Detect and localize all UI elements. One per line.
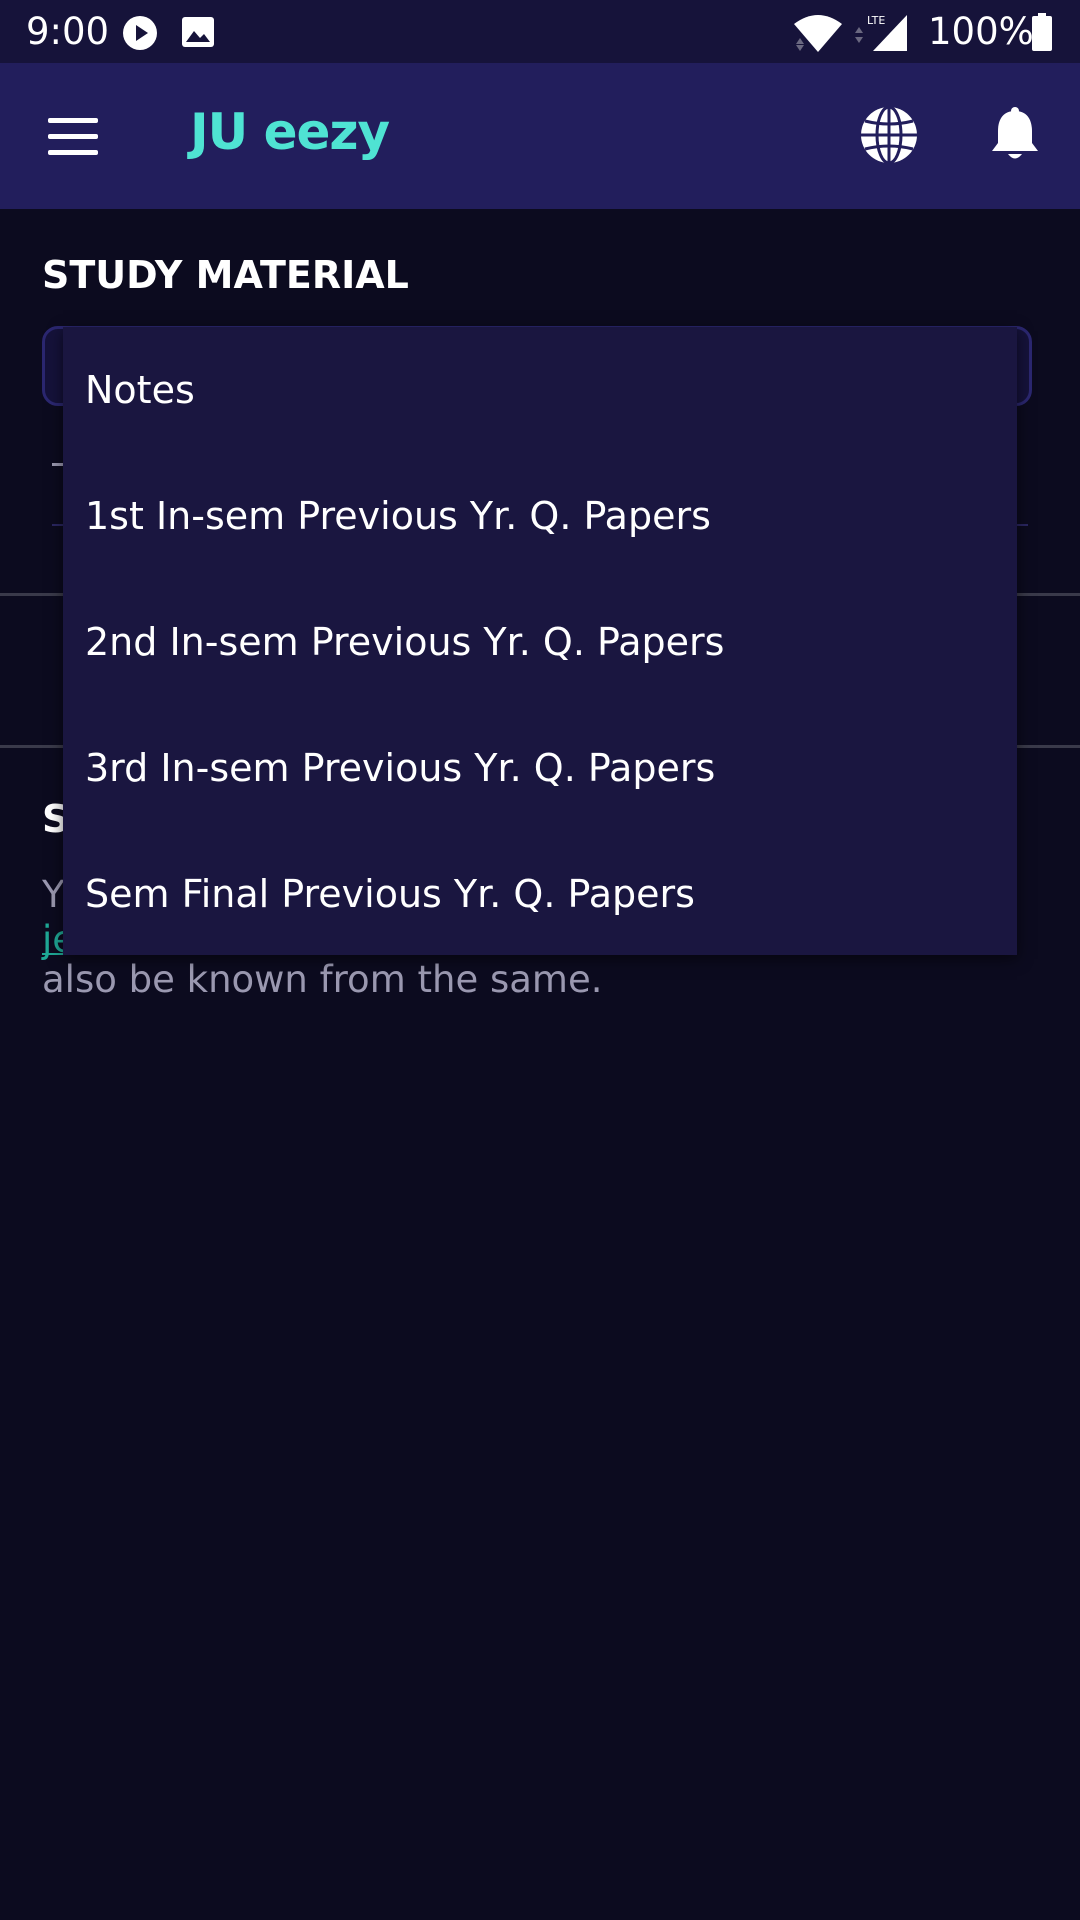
app-title: JU eezy bbox=[190, 103, 390, 161]
play-icon bbox=[123, 16, 157, 50]
network-type-label: LTE bbox=[867, 14, 885, 27]
status-time: 9:00 bbox=[26, 10, 110, 53]
app-bar: JU eezy bbox=[0, 63, 1080, 209]
image-icon bbox=[182, 17, 214, 47]
section-title: STUDY MATERIAL bbox=[42, 253, 409, 297]
wifi-icon bbox=[794, 15, 842, 52]
menu-icon[interactable] bbox=[48, 118, 98, 156]
dropdown-option-2nd-insem[interactable]: 2nd In-sem Previous Yr. Q. Papers bbox=[63, 579, 1017, 705]
battery-icon bbox=[1032, 13, 1052, 51]
dropdown-option-1st-insem[interactable]: 1st In-sem Previous Yr. Q. Papers bbox=[63, 453, 1017, 579]
status-bar: 9:00 LTE 100% bbox=[0, 0, 1080, 63]
dropdown-option-sem-final[interactable]: Sem Final Previous Yr. Q. Papers bbox=[63, 831, 1017, 957]
dropdown-menu: Notes 1st In-sem Previous Yr. Q. Papers … bbox=[63, 327, 1017, 955]
body-text: also be known from the same. bbox=[42, 958, 603, 1001]
battery-percent: 100% bbox=[928, 10, 1034, 53]
screen: 9:00 LTE 100% JU eezy STUDY MATERIAL S Y… bbox=[0, 0, 1080, 1920]
dropdown-option-3rd-insem[interactable]: 3rd In-sem Previous Yr. Q. Papers bbox=[63, 705, 1017, 831]
bell-icon[interactable] bbox=[990, 107, 1040, 163]
obscured-text: Y bbox=[42, 873, 65, 916]
globe-icon[interactable] bbox=[859, 105, 919, 165]
signal-icon: LTE bbox=[855, 14, 907, 51]
dropdown-option-notes[interactable]: Notes bbox=[63, 327, 1017, 453]
